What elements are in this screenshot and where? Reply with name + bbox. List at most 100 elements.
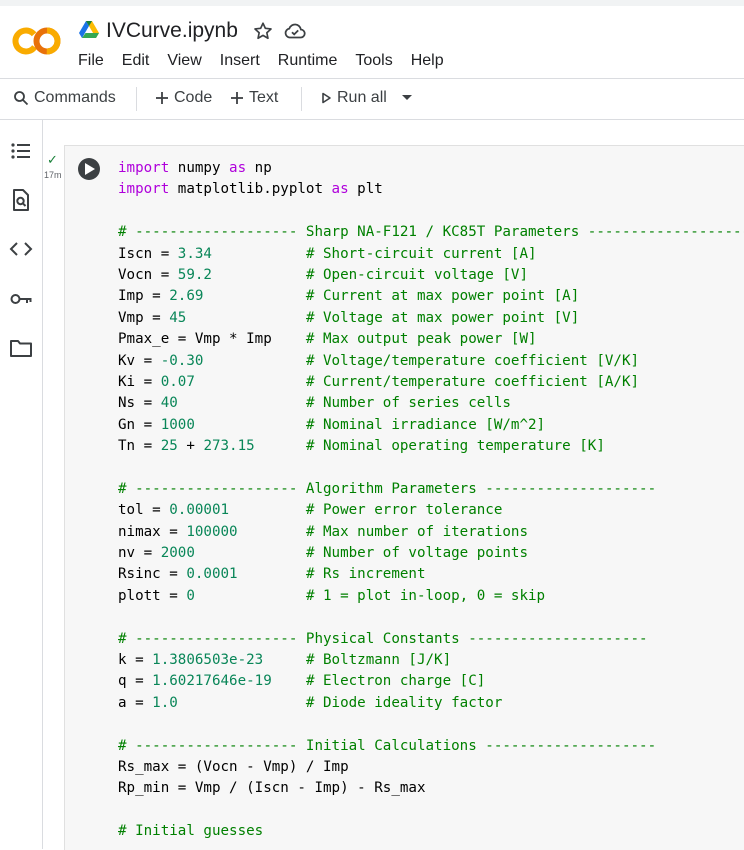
star-icon[interactable]: [252, 20, 274, 42]
add-text-button[interactable]: Text: [230, 89, 278, 107]
cloud-saved-icon[interactable]: [283, 21, 307, 41]
code-token: Kv =: [118, 352, 161, 369]
secrets-key-icon[interactable]: [9, 287, 33, 311]
code-line: # ------------------- Sharp NA-F121 / KC…: [118, 222, 744, 243]
code-token: Pmax_e = Vmp * Imp: [118, 331, 306, 348]
files-folder-icon[interactable]: [9, 336, 33, 360]
commands-button[interactable]: Commands: [13, 89, 116, 107]
notebook-header: IVCurve.ipynb File Edit View Insert Runt…: [0, 6, 744, 78]
code-token: # Nominal operating temperature [K]: [305, 438, 605, 455]
execution-elapsed-time: 17m: [44, 170, 62, 180]
code-line: import numpy as np: [118, 158, 744, 179]
code-line: Vmp = 45 # Voltage at max power point [V…: [118, 308, 744, 329]
code-snippets-icon[interactable]: [9, 237, 33, 261]
code-token: Iscn =: [118, 245, 178, 262]
code-token: 2000: [160, 545, 195, 562]
code-line: Pmax_e = Vmp * Imp # Max output peak pow…: [118, 329, 744, 350]
left-sidebar: [0, 120, 43, 849]
code-line: import matplotlib.pyplot as plt: [118, 179, 744, 200]
notebook-title[interactable]: IVCurve.ipynb: [106, 19, 238, 43]
code-token: 0: [186, 587, 195, 604]
notebook-toolbar: Commands Code Text Run all: [0, 78, 744, 120]
chevron-down-icon[interactable]: [401, 94, 413, 102]
code-token: numpy: [169, 160, 230, 176]
code-line: Rp_min = Vmp / (Iscn - Imp) - Rs_max: [118, 778, 744, 799]
google-drive-icon[interactable]: [79, 21, 99, 39]
code-token: Rsinc =: [118, 566, 187, 583]
code-line: Vocn = 59.2 # Open-circuit voltage [V]: [118, 265, 744, 286]
code-token: # ------------------- Algorithm Paramete…: [118, 480, 657, 497]
menu-view[interactable]: View: [167, 52, 201, 70]
code-line: k = 1.3806503e-23 # Boltzmann [J/K]: [118, 650, 744, 671]
code-token: 2.69: [169, 288, 204, 305]
code-token: Rs_max = (Vocn - Vmp) / Imp: [118, 758, 349, 775]
code-line: a = 1.0 # Diode ideality factor: [118, 693, 744, 714]
code-token: nimax =: [118, 523, 187, 540]
code-line: Rs_max = (Vocn - Vmp) / Imp: [118, 757, 744, 778]
run-all-button[interactable]: Run all: [320, 89, 418, 107]
plus-icon: [156, 92, 168, 104]
code-line: Imp = 2.69 # Current at max power point …: [118, 286, 744, 307]
code-token: # Voltage/temperature coefficient [V/K]: [305, 352, 640, 369]
code-token: # Voltage at max power point [V]: [305, 309, 580, 326]
code-token: tol =: [118, 502, 170, 519]
code-token: # Nominal irradiance [W/m^2]: [305, 416, 546, 433]
code-line: Kv = -0.30 # Voltage/temperature coeffic…: [118, 351, 744, 372]
code-line: Ns = 40 # Number of series cells: [118, 393, 744, 414]
code-line: plott = 0 # 1 = plot in-loop, 0 = skip: [118, 586, 744, 607]
code-token: k =: [118, 651, 153, 668]
code-token: as: [331, 181, 349, 198]
code-token: 1.60217646e-19: [152, 673, 272, 690]
code-token: # ------------------- Sharp NA-F121 / KC…: [118, 224, 744, 241]
code-line: Iscn = 3.34 # Short-circuit current [A]: [118, 244, 744, 265]
code-token: -0.30: [160, 352, 204, 369]
play-icon: [322, 92, 331, 104]
menu-insert[interactable]: Insert: [220, 52, 260, 70]
code-token: # 1 = plot in-loop, 0 = skip: [305, 587, 546, 604]
code-token: # Electron charge [C]: [305, 673, 486, 690]
code-token: # Current at max power point [A]: [305, 288, 580, 305]
code-token: 273.15: [203, 438, 255, 455]
find-replace-icon[interactable]: [9, 188, 33, 212]
menu-tools[interactable]: Tools: [355, 52, 392, 70]
table-of-contents-icon[interactable]: [9, 139, 33, 163]
menu-edit[interactable]: Edit: [122, 52, 150, 70]
plus-icon: [231, 92, 243, 104]
run-cell-button[interactable]: [78, 158, 100, 180]
code-token: 25: [160, 438, 178, 455]
code-token: 59.2: [177, 266, 212, 283]
code-token: # Number of series cells: [305, 395, 511, 412]
code-token: 0.0001: [186, 566, 238, 583]
code-token: # ------------------- Initial Calculatio…: [118, 737, 657, 754]
code-token: # Power error tolerance: [305, 502, 503, 519]
code-line: tol = 0.00001 # Power error tolerance: [118, 500, 744, 521]
menu-file[interactable]: File: [78, 52, 104, 70]
code-token: 1000: [160, 416, 195, 433]
code-token: Vmp =: [118, 309, 170, 326]
code-token: # Number of voltage points: [305, 545, 529, 562]
code-token: # Rs increment: [305, 566, 426, 583]
code-token: as: [229, 160, 247, 176]
code-token: # Max number of iterations: [305, 523, 529, 540]
code-token: # Short-circuit current [A]: [305, 245, 537, 262]
code-token: # Diode ideality factor: [305, 694, 503, 711]
menu-help[interactable]: Help: [411, 52, 444, 70]
colab-logo[interactable]: [12, 24, 62, 58]
code-token: nv =: [118, 545, 161, 562]
code-token: Ns =: [118, 395, 161, 412]
add-code-button[interactable]: Code: [155, 89, 212, 107]
code-token: # Boltzmann [J/K]: [305, 651, 452, 668]
menu-runtime[interactable]: Runtime: [278, 52, 338, 70]
code-editor[interactable]: import numpy as np import matplotlib.pypl…: [118, 158, 744, 843]
